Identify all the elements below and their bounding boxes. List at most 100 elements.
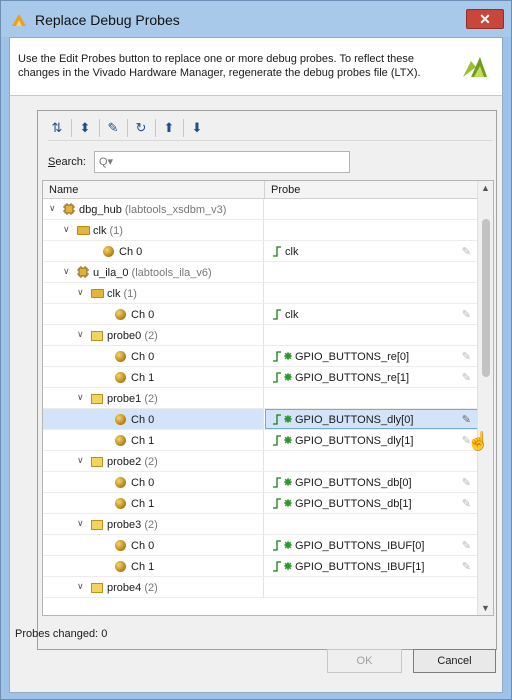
- chevron-down-icon[interactable]: ∨: [77, 455, 84, 466]
- probe-cell[interactable]: [265, 220, 479, 240]
- collapse-all-button[interactable]: ⇅: [48, 119, 66, 137]
- name-cell[interactable]: ∨ probe2 (2): [43, 451, 264, 471]
- table-row[interactable]: Ch 0 GPIO_BUTTONS_IBUF[0] ✎: [43, 535, 479, 556]
- name-cell[interactable]: Ch 1: [43, 367, 264, 387]
- ok-button[interactable]: OK: [327, 649, 402, 673]
- name-cell[interactable]: Ch 1: [43, 493, 264, 513]
- name-cell[interactable]: Ch 1: [43, 430, 264, 450]
- vertical-scrollbar[interactable]: ▲ ▼: [477, 181, 493, 615]
- table-row[interactable]: Ch 1 GPIO_BUTTONS_db[1] ✎: [43, 493, 479, 514]
- table-row[interactable]: Ch 1 GPIO_BUTTONS_re[1] ✎: [43, 367, 479, 388]
- vivado-logo-icon: [12, 14, 26, 26]
- edit-probes-button[interactable]: ✎: [104, 119, 122, 137]
- chevron-down-icon[interactable]: ∨: [77, 518, 84, 529]
- close-button[interactable]: ✕: [466, 9, 504, 29]
- toolbar-separator: [183, 119, 184, 137]
- probe-cell[interactable]: [265, 199, 479, 219]
- probe-cell[interactable]: [265, 514, 479, 534]
- probe-cell[interactable]: clk ✎: [265, 241, 479, 261]
- probe-cell[interactable]: clk ✎: [265, 304, 479, 324]
- name-cell[interactable]: ∨ dbg_hub (labtools_xsdbm_v3): [43, 199, 264, 219]
- edit-pencil-icon[interactable]: ✎: [462, 245, 471, 258]
- table-row[interactable]: ∨ probe3 (2): [43, 514, 479, 535]
- table-row[interactable]: Ch 0 GPIO_BUTTONS_dly[0] ✎: [43, 409, 479, 430]
- probe-cell[interactable]: [265, 262, 479, 282]
- name-cell[interactable]: Ch 1: [43, 556, 264, 576]
- name-cell[interactable]: ∨ clk (1): [43, 220, 264, 240]
- move-down-button[interactable]: ⬇: [188, 119, 206, 137]
- table-row[interactable]: ∨ probe1 (2): [43, 388, 479, 409]
- name-cell[interactable]: ∨ probe0 (2): [43, 325, 264, 345]
- table-row[interactable]: ∨ dbg_hub (labtools_xsdbm_v3): [43, 199, 479, 220]
- table-row[interactable]: ∨ probe4 (2): [43, 577, 479, 598]
- name-cell[interactable]: ∨ clk (1): [43, 283, 264, 303]
- probe-cell[interactable]: [265, 283, 479, 303]
- name-cell[interactable]: Ch 0: [43, 535, 264, 555]
- edit-pencil-icon[interactable]: ✎: [462, 497, 471, 510]
- chevron-down-icon[interactable]: ∨: [77, 329, 84, 340]
- row-count: (1): [109, 225, 123, 237]
- chevron-down-icon[interactable]: ∨: [63, 266, 70, 277]
- name-cell[interactable]: Ch 0: [43, 346, 264, 366]
- search-input[interactable]: Q▾: [94, 151, 350, 173]
- table-row[interactable]: Ch 0 GPIO_BUTTONS_db[0] ✎: [43, 472, 479, 493]
- chevron-down-icon[interactable]: ∨: [63, 224, 70, 235]
- edit-pencil-icon[interactable]: ✎: [462, 350, 471, 363]
- row-count: (labtools_xsdbm_v3): [124, 204, 227, 216]
- chevron-down-icon[interactable]: ∨: [77, 392, 84, 403]
- probe-cell[interactable]: GPIO_BUTTONS_db[0] ✎: [265, 472, 479, 492]
- table-row[interactable]: Ch 0 clk ✎: [43, 304, 479, 325]
- probe-panel: ⇅ ⬍ ✎ ↻ ⬆ ⬇ Search: Q▾ Name Probe ∨ dbg_hub (l…: [37, 110, 497, 650]
- chevron-down-icon[interactable]: ∨: [49, 203, 56, 214]
- probe-cell[interactable]: [265, 577, 479, 597]
- name-cell[interactable]: Ch 0: [43, 304, 264, 324]
- table-row[interactable]: Ch 0 clk ✎: [43, 241, 479, 262]
- edit-pencil-icon[interactable]: ✎: [462, 308, 471, 321]
- edit-pencil-icon[interactable]: ✎: [462, 476, 471, 489]
- probe-cell[interactable]: GPIO_BUTTONS_dly[1] ✎: [265, 430, 479, 450]
- name-cell[interactable]: Ch 0: [43, 409, 264, 429]
- table-row[interactable]: ∨ clk (1): [43, 283, 479, 304]
- table-row[interactable]: ∨ clk (1): [43, 220, 479, 241]
- probe-cell[interactable]: [265, 388, 479, 408]
- probe-cell[interactable]: GPIO_BUTTONS_re[0] ✎: [265, 346, 479, 366]
- scroll-down-icon[interactable]: ▼: [481, 603, 490, 613]
- table-rows: ∨ dbg_hub (labtools_xsdbm_v3) ∨ clk (1) Ch 0…: [43, 199, 479, 598]
- name-cell[interactable]: ∨ probe3 (2): [43, 514, 264, 534]
- name-cell[interactable]: ∨ probe1 (2): [43, 388, 264, 408]
- column-header-probe[interactable]: Probe: [271, 184, 300, 196]
- name-cell[interactable]: Ch 0: [43, 472, 264, 492]
- probe-cell[interactable]: GPIO_BUTTONS_IBUF[1] ✎: [265, 556, 479, 576]
- table-row[interactable]: ∨ probe2 (2): [43, 451, 479, 472]
- cancel-button[interactable]: Cancel: [413, 649, 496, 673]
- column-header-name[interactable]: Name: [49, 184, 78, 196]
- expand-all-button[interactable]: ⬍: [76, 119, 94, 137]
- scroll-up-icon[interactable]: ▲: [481, 183, 490, 193]
- refresh-button[interactable]: ↻: [132, 119, 150, 137]
- probe-cell[interactable]: GPIO_BUTTONS_db[1] ✎: [265, 493, 479, 513]
- name-cell[interactable]: ∨ u_ila_0 (labtools_ila_v6): [43, 262, 264, 282]
- name-cell[interactable]: ∨ probe4 (2): [43, 577, 264, 597]
- table-row[interactable]: ∨ probe0 (2): [43, 325, 479, 346]
- probe-cell[interactable]: GPIO_BUTTONS_IBUF[0] ✎: [265, 535, 479, 555]
- table-row[interactable]: Ch 1 GPIO_BUTTONS_dly[1] ✎: [43, 430, 479, 451]
- table-row[interactable]: Ch 0 GPIO_BUTTONS_re[0] ✎: [43, 346, 479, 367]
- title-bar[interactable]: Replace Debug Probes ✕: [1, 1, 511, 37]
- edit-pencil-icon[interactable]: ✎: [462, 539, 471, 552]
- probe-cell[interactable]: GPIO_BUTTONS_re[1] ✎: [265, 367, 479, 387]
- probe-cell[interactable]: GPIO_BUTTONS_dly[0] ✎: [265, 409, 479, 429]
- probe-cell[interactable]: [265, 451, 479, 471]
- probe-cell[interactable]: [265, 325, 479, 345]
- name-cell[interactable]: Ch 0: [43, 241, 264, 261]
- table-row[interactable]: ∨ u_ila_0 (labtools_ila_v6): [43, 262, 479, 283]
- table-row[interactable]: Ch 1 GPIO_BUTTONS_IBUF[1] ✎: [43, 556, 479, 577]
- chevron-down-icon[interactable]: ∨: [77, 581, 84, 592]
- row-label: probe0 (2): [107, 330, 158, 342]
- move-up-button[interactable]: ⬆: [160, 119, 178, 137]
- chevron-down-icon[interactable]: ∨: [77, 287, 84, 298]
- edit-pencil-icon[interactable]: ✎: [462, 371, 471, 384]
- scroll-thumb[interactable]: [482, 219, 490, 377]
- edit-pencil-icon[interactable]: ✎: [462, 560, 471, 573]
- probe-signal-name: clk: [285, 246, 299, 258]
- edit-pencil-icon[interactable]: ✎: [462, 413, 471, 426]
